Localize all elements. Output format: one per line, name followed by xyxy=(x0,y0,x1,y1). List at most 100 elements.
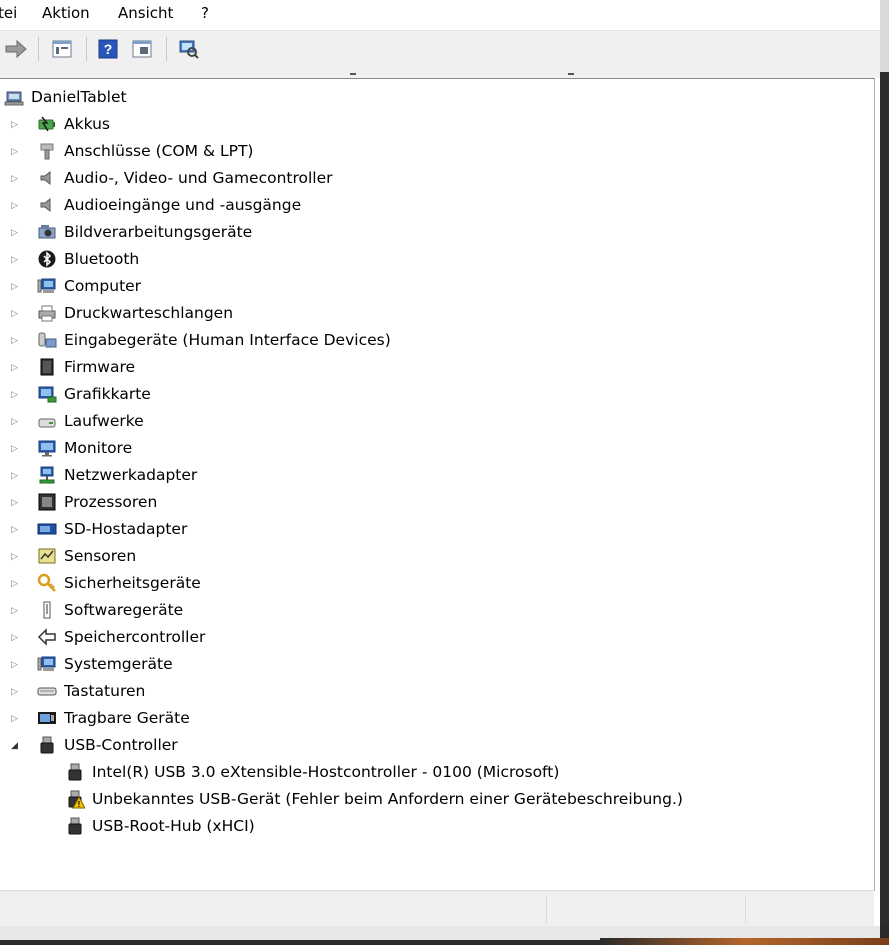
tree-item-label: Grafikkarte xyxy=(64,385,151,403)
status-separator xyxy=(745,895,746,923)
expand-arrow-icon[interactable]: ▷ xyxy=(11,687,21,697)
expand-arrow-icon[interactable]: ▷ xyxy=(11,606,21,616)
expand-arrow-icon[interactable]: ▷ xyxy=(11,147,21,157)
svg-text:?: ? xyxy=(104,41,113,57)
properties-icon[interactable] xyxy=(50,37,74,61)
column-divider xyxy=(350,73,356,75)
usb-icon xyxy=(40,736,54,754)
collapse-arrow-icon[interactable]: ◢ xyxy=(11,741,21,751)
expand-arrow-icon[interactable]: ▷ xyxy=(11,444,21,454)
tree-item-label: Akkus xyxy=(64,115,110,133)
tree-item-label: Eingabegeräte (Human Interface Devices) xyxy=(64,331,391,349)
tree-item-label: Audioeingänge und -ausgänge xyxy=(64,196,302,214)
expand-arrow-icon[interactable]: ▷ xyxy=(11,660,21,670)
expand-arrow-icon[interactable]: ▷ xyxy=(11,552,21,562)
software-device-icon xyxy=(43,601,51,619)
firmware-icon xyxy=(40,358,54,376)
tree-item-label: Computer xyxy=(64,277,142,295)
tree-item-label: Laufwerke xyxy=(64,412,144,430)
bluetooth-icon xyxy=(38,250,56,268)
security-key-icon xyxy=(37,573,56,592)
toolbar-separator xyxy=(38,37,39,61)
tree-item-label: Audio-, Video- und Gamecontroller xyxy=(64,169,333,187)
column-divider xyxy=(568,73,574,75)
speaker-icon xyxy=(40,170,51,186)
system-device-icon xyxy=(37,656,56,671)
toolbar-separator xyxy=(86,37,87,61)
sd-host-icon xyxy=(37,523,57,535)
tree-item-label: Sicherheitsgeräte xyxy=(64,574,201,592)
tree-item-label: Softwaregeräte xyxy=(64,601,184,619)
expand-arrow-icon[interactable]: ▷ xyxy=(11,282,21,292)
menu-bar: tei Aktion Ansicht ? xyxy=(0,0,880,31)
expand-arrow-icon[interactable]: ▷ xyxy=(11,336,21,346)
keyboard-icon xyxy=(37,687,57,696)
usb-icon xyxy=(68,763,82,781)
expand-arrow-icon[interactable]: ▷ xyxy=(11,579,21,589)
svg-text:!: ! xyxy=(78,800,81,809)
tree-item-label: Firmware xyxy=(64,358,136,376)
tree-item-label: Speichercontroller xyxy=(64,628,206,646)
tree-item-label: Druckwarteschlangen xyxy=(64,304,234,322)
network-adapter-icon xyxy=(39,466,55,484)
expand-arrow-icon[interactable]: ▷ xyxy=(11,390,21,400)
toolbar-separator xyxy=(166,37,167,61)
expand-arrow-icon[interactable]: ▷ xyxy=(11,174,21,184)
tree-item-label: Systemgeräte xyxy=(64,655,173,673)
tree-item-label: Tastaturen xyxy=(64,682,146,700)
tree-item-label: Bluetooth xyxy=(64,250,140,268)
expand-arrow-icon[interactable]: ▷ xyxy=(11,255,21,265)
tree-item-label: Netzwerkadapter xyxy=(64,466,198,484)
tree-item-label: Tragbare Geräte xyxy=(64,709,190,727)
expand-arrow-icon[interactable]: ▷ xyxy=(11,363,21,373)
tree-item-label: SD-Hostadapter xyxy=(64,520,188,538)
expand-arrow-icon[interactable]: ▷ xyxy=(11,120,21,130)
display-adapter-icon xyxy=(38,386,57,403)
taskbar-edge xyxy=(0,926,889,945)
expand-arrow-icon[interactable]: ▷ xyxy=(11,309,21,319)
usb-icon xyxy=(68,817,82,835)
expand-arrow-icon[interactable]: ▷ xyxy=(11,471,21,481)
hid-icon xyxy=(38,332,57,348)
tree-item-label: Prozessoren xyxy=(64,493,158,511)
speaker-icon xyxy=(40,197,51,213)
tree-item-label: USB-Controller xyxy=(64,736,178,754)
scan-hardware-icon[interactable] xyxy=(176,37,200,61)
storage-controller-icon xyxy=(37,628,56,646)
tree-item-label: USB-Root-Hub (xHCI) xyxy=(92,817,255,835)
menu-help[interactable]: ? xyxy=(201,4,209,22)
monitor-icon xyxy=(38,440,56,457)
status-separator xyxy=(546,895,547,923)
window-edge xyxy=(880,0,889,945)
tree-item-label: DanielTablet xyxy=(31,88,127,106)
disk-drive-icon xyxy=(38,418,56,428)
update-driver-icon[interactable] xyxy=(130,37,154,61)
computer-icon xyxy=(37,278,56,293)
device-tree[interactable]: DanielTablet ▷ Akkus ▷ Anschlüsse (COM & LPT… xyxy=(0,78,875,891)
help-icon[interactable]: ? xyxy=(96,37,120,61)
processor-icon xyxy=(38,493,56,511)
expand-arrow-icon[interactable]: ▷ xyxy=(11,633,21,643)
expand-arrow-icon[interactable]: ▷ xyxy=(11,498,21,508)
camera-icon xyxy=(38,225,56,239)
port-icon xyxy=(40,143,54,160)
usb-warning-icon: ! xyxy=(68,790,85,809)
root-computer-icon xyxy=(4,91,24,106)
expand-arrow-icon[interactable]: ▷ xyxy=(11,201,21,211)
tree-item-label: Unbekanntes USB-Gerät (Fehler beim Anfor… xyxy=(92,790,683,808)
menu-view[interactable]: Ansicht xyxy=(118,4,173,22)
printer-icon xyxy=(38,305,56,322)
menu-file[interactable]: tei xyxy=(0,4,17,22)
menu-action[interactable]: Aktion xyxy=(42,4,90,22)
tree-item-label: Anschlüsse (COM & LPT) xyxy=(64,142,254,160)
pane-header-strip xyxy=(0,69,880,78)
battery-icon xyxy=(38,116,55,132)
tree-item-label: Sensoren xyxy=(64,547,137,565)
forward-arrow-icon[interactable] xyxy=(4,37,28,61)
expand-arrow-icon[interactable]: ▷ xyxy=(11,714,21,724)
sensor-icon xyxy=(38,548,56,564)
expand-arrow-icon[interactable]: ▷ xyxy=(11,525,21,535)
tree-item-label: Monitore xyxy=(64,439,133,457)
expand-arrow-icon[interactable]: ▷ xyxy=(11,228,21,238)
expand-arrow-icon[interactable]: ▷ xyxy=(11,417,21,427)
